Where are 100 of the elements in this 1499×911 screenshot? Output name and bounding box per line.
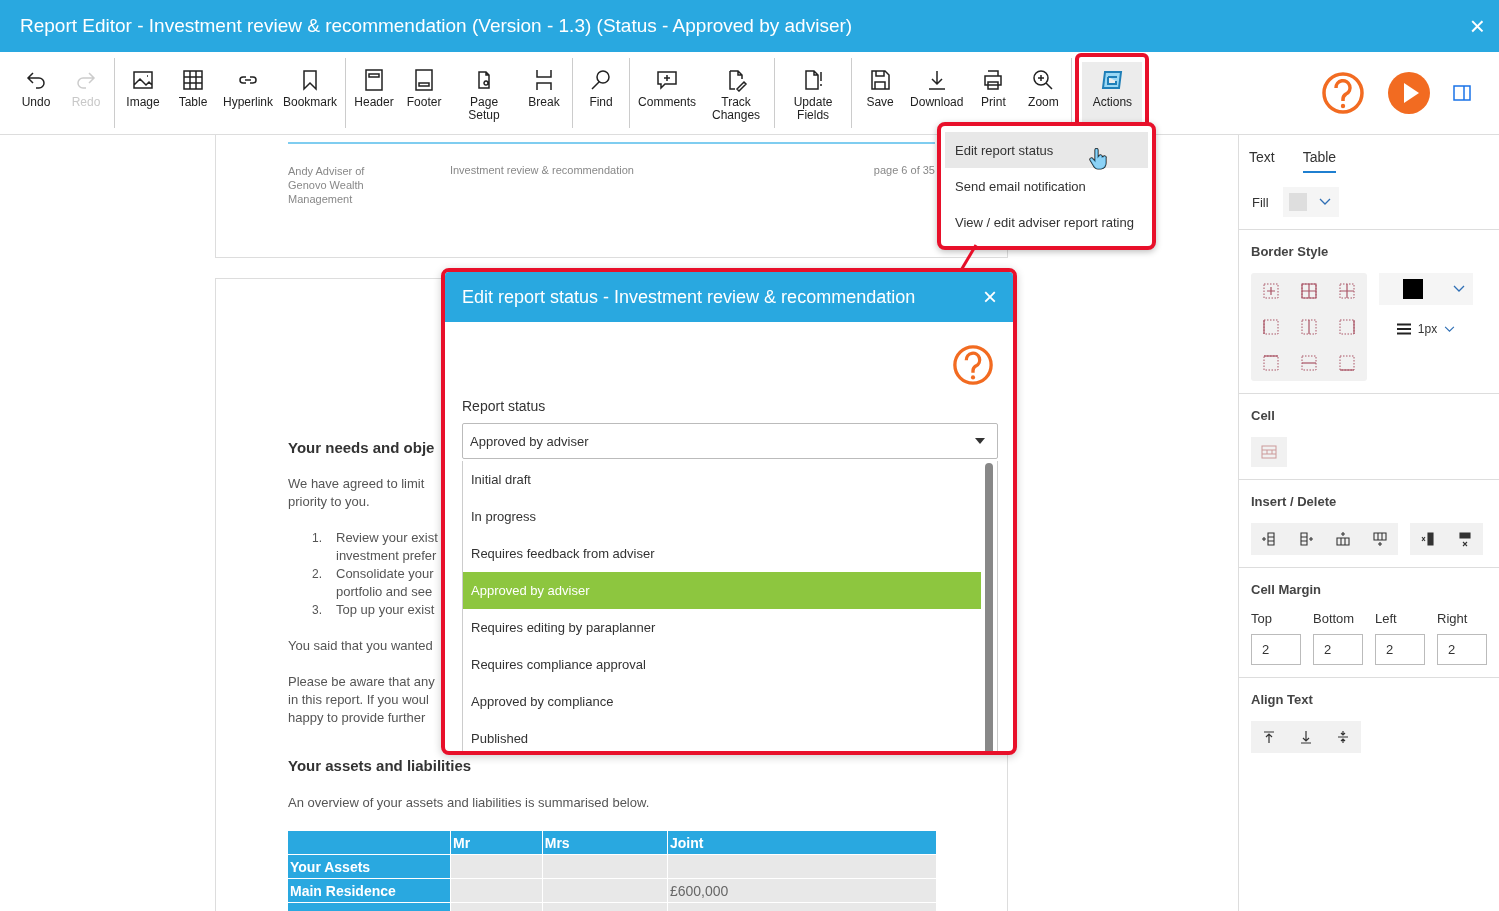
insert-row-above-icon[interactable] xyxy=(1335,531,1351,547)
footer-text: Investment review & recommendation xyxy=(449,164,634,178)
delete-row-icon[interactable] xyxy=(1457,531,1473,547)
field-label: Report status xyxy=(462,398,547,414)
page-number: page 6 of 35 xyxy=(873,164,935,178)
merge-cells-icon[interactable] xyxy=(1261,445,1277,459)
footer-text: Andy Adviser of Genovo Wealth Management xyxy=(288,164,366,206)
section-heading: Your needs and obje xyxy=(288,439,435,456)
toolbar-button[interactable]: Header xyxy=(350,62,399,115)
tab[interactable]: Table xyxy=(1302,145,1337,173)
grid-icon xyxy=(181,68,205,92)
line-weight-icon xyxy=(1396,323,1411,335)
toolbar-button[interactable]: Update Fields xyxy=(779,62,848,128)
table-cell: £600,000 xyxy=(667,879,936,902)
option[interactable]: Requires feedback from adviser xyxy=(463,535,981,572)
paragraph-line: happy to provide further xyxy=(288,709,426,727)
border-icon[interactable] xyxy=(1301,355,1317,371)
pointer-cursor-icon xyxy=(1089,148,1107,170)
field-label: Left xyxy=(1375,611,1398,626)
logo-icon xyxy=(1100,68,1125,92)
menu-item[interactable]: Send email notification xyxy=(945,168,1148,204)
toolbar-button[interactable]: Undo xyxy=(12,62,60,115)
list-item-text: portfolio and see xyxy=(336,583,433,601)
border-icon[interactable] xyxy=(1339,355,1355,371)
toolbar-button[interactable]: Table xyxy=(169,62,217,115)
toolbar-button[interactable]: Comments xyxy=(634,62,701,115)
dialog-title: Edit report status - Investment review & recommendation xyxy=(462,286,916,308)
toolbar-button[interactable]: Footer xyxy=(400,62,449,115)
toolbar-button[interactable]: Break xyxy=(520,62,569,115)
toolbar-button[interactable]: Save xyxy=(856,62,905,115)
margin-input[interactable]: 2 xyxy=(1437,634,1487,665)
fill-label: Fill xyxy=(1252,194,1269,210)
menu-item[interactable]: Edit report status xyxy=(945,132,1148,168)
help-icon[interactable] xyxy=(1321,71,1365,115)
border-icon[interactable] xyxy=(1263,283,1279,299)
toolbar-button[interactable]: Zoom xyxy=(1019,62,1068,115)
scrollbar[interactable] xyxy=(985,463,993,751)
list-number: 3. xyxy=(312,602,322,619)
paragraph-line: We have agreed to limit xyxy=(288,475,425,493)
insert-row-below-icon[interactable] xyxy=(1372,531,1388,547)
option[interactable]: Initial draft xyxy=(463,461,981,498)
toolbar-button[interactable]: Hyperlink xyxy=(219,62,277,115)
border-width-dropdown[interactable]: 1px xyxy=(1390,321,1462,337)
section-heading: Your assets and liabilities xyxy=(288,757,472,774)
border-icon[interactable] xyxy=(1301,319,1317,335)
comment-icon xyxy=(655,68,680,92)
border-icon[interactable] xyxy=(1339,283,1355,299)
field-label: Right xyxy=(1437,611,1469,626)
image-icon xyxy=(131,68,155,92)
toolbar-button[interactable]: Track Changes xyxy=(702,62,771,128)
sidebar-toggle-icon[interactable] xyxy=(1453,85,1471,101)
option[interactable]: Requires compliance approval xyxy=(463,646,981,683)
align-bottom-icon[interactable] xyxy=(1298,729,1314,745)
save-icon xyxy=(868,68,893,92)
option[interactable]: In progress xyxy=(463,498,981,535)
delete-column-icon[interactable] xyxy=(1420,531,1436,547)
status-select[interactable]: Approved by adviser xyxy=(462,423,998,459)
margin-input[interactable]: 2 xyxy=(1313,634,1363,665)
help-icon[interactable] xyxy=(952,344,994,386)
paragraph-line: You said that you wanted xyxy=(288,637,433,655)
margin-input[interactable]: 2 xyxy=(1375,634,1425,665)
list-number: 2. xyxy=(312,566,322,583)
option[interactable]: Requires editing by paraplanner xyxy=(463,609,981,646)
window-title: Report Editor - Investment review & recommendation (Version - 1.3) (Status - Approved by adviser) xyxy=(20,15,853,37)
border-icon[interactable] xyxy=(1301,283,1317,299)
insert-column-right-icon[interactable] xyxy=(1298,531,1314,547)
chevron-icon xyxy=(1444,325,1456,333)
field-label: Top xyxy=(1251,611,1273,626)
menu-item[interactable]: View / edit adviser report rating xyxy=(945,204,1148,240)
insert-column-left-icon[interactable] xyxy=(1261,531,1277,547)
margin-input[interactable]: 2 xyxy=(1251,634,1301,665)
toolbar-button[interactable]: Find xyxy=(577,62,626,115)
toolbar-button[interactable]: Page Setup xyxy=(450,62,519,128)
border-color-dropdown[interactable] xyxy=(1379,273,1473,305)
align-top-icon[interactable] xyxy=(1261,729,1277,745)
align-middle-icon[interactable] xyxy=(1335,729,1351,745)
option[interactable]: Approved by compliance xyxy=(463,683,981,720)
border-icon[interactable] xyxy=(1263,355,1279,371)
table-cell: Your Assets xyxy=(288,855,450,878)
paragraph-line: in this report. If you woul xyxy=(288,691,429,709)
table-header-cell: Mrs xyxy=(542,831,667,854)
field-label: Bottom xyxy=(1313,611,1356,626)
option[interactable]: Published xyxy=(463,720,981,751)
toolbar-button[interactable]: Image xyxy=(119,62,167,115)
section-title: Align Text xyxy=(1251,692,1314,707)
play-icon[interactable] xyxy=(1387,71,1431,115)
paragraph-line: priority to you. xyxy=(288,493,370,511)
fill-color-dropdown[interactable] xyxy=(1282,187,1339,217)
list-number: 1. xyxy=(312,530,322,547)
border-icon[interactable] xyxy=(1339,319,1355,335)
section-title: Cell Margin xyxy=(1251,582,1323,597)
tab[interactable]: Text xyxy=(1249,145,1285,173)
section-title: Border Style xyxy=(1251,244,1330,259)
paragraph-line: Please be aware that any xyxy=(288,673,435,691)
border-icon[interactable] xyxy=(1263,319,1279,335)
section-title: Insert / Delete xyxy=(1251,494,1338,509)
caret-icon xyxy=(975,438,985,444)
toolbar-button[interactable]: Bookmark xyxy=(279,62,342,115)
toolbar-button[interactable]: Print xyxy=(969,62,1018,115)
toolbar-button[interactable]: Download xyxy=(906,62,968,115)
